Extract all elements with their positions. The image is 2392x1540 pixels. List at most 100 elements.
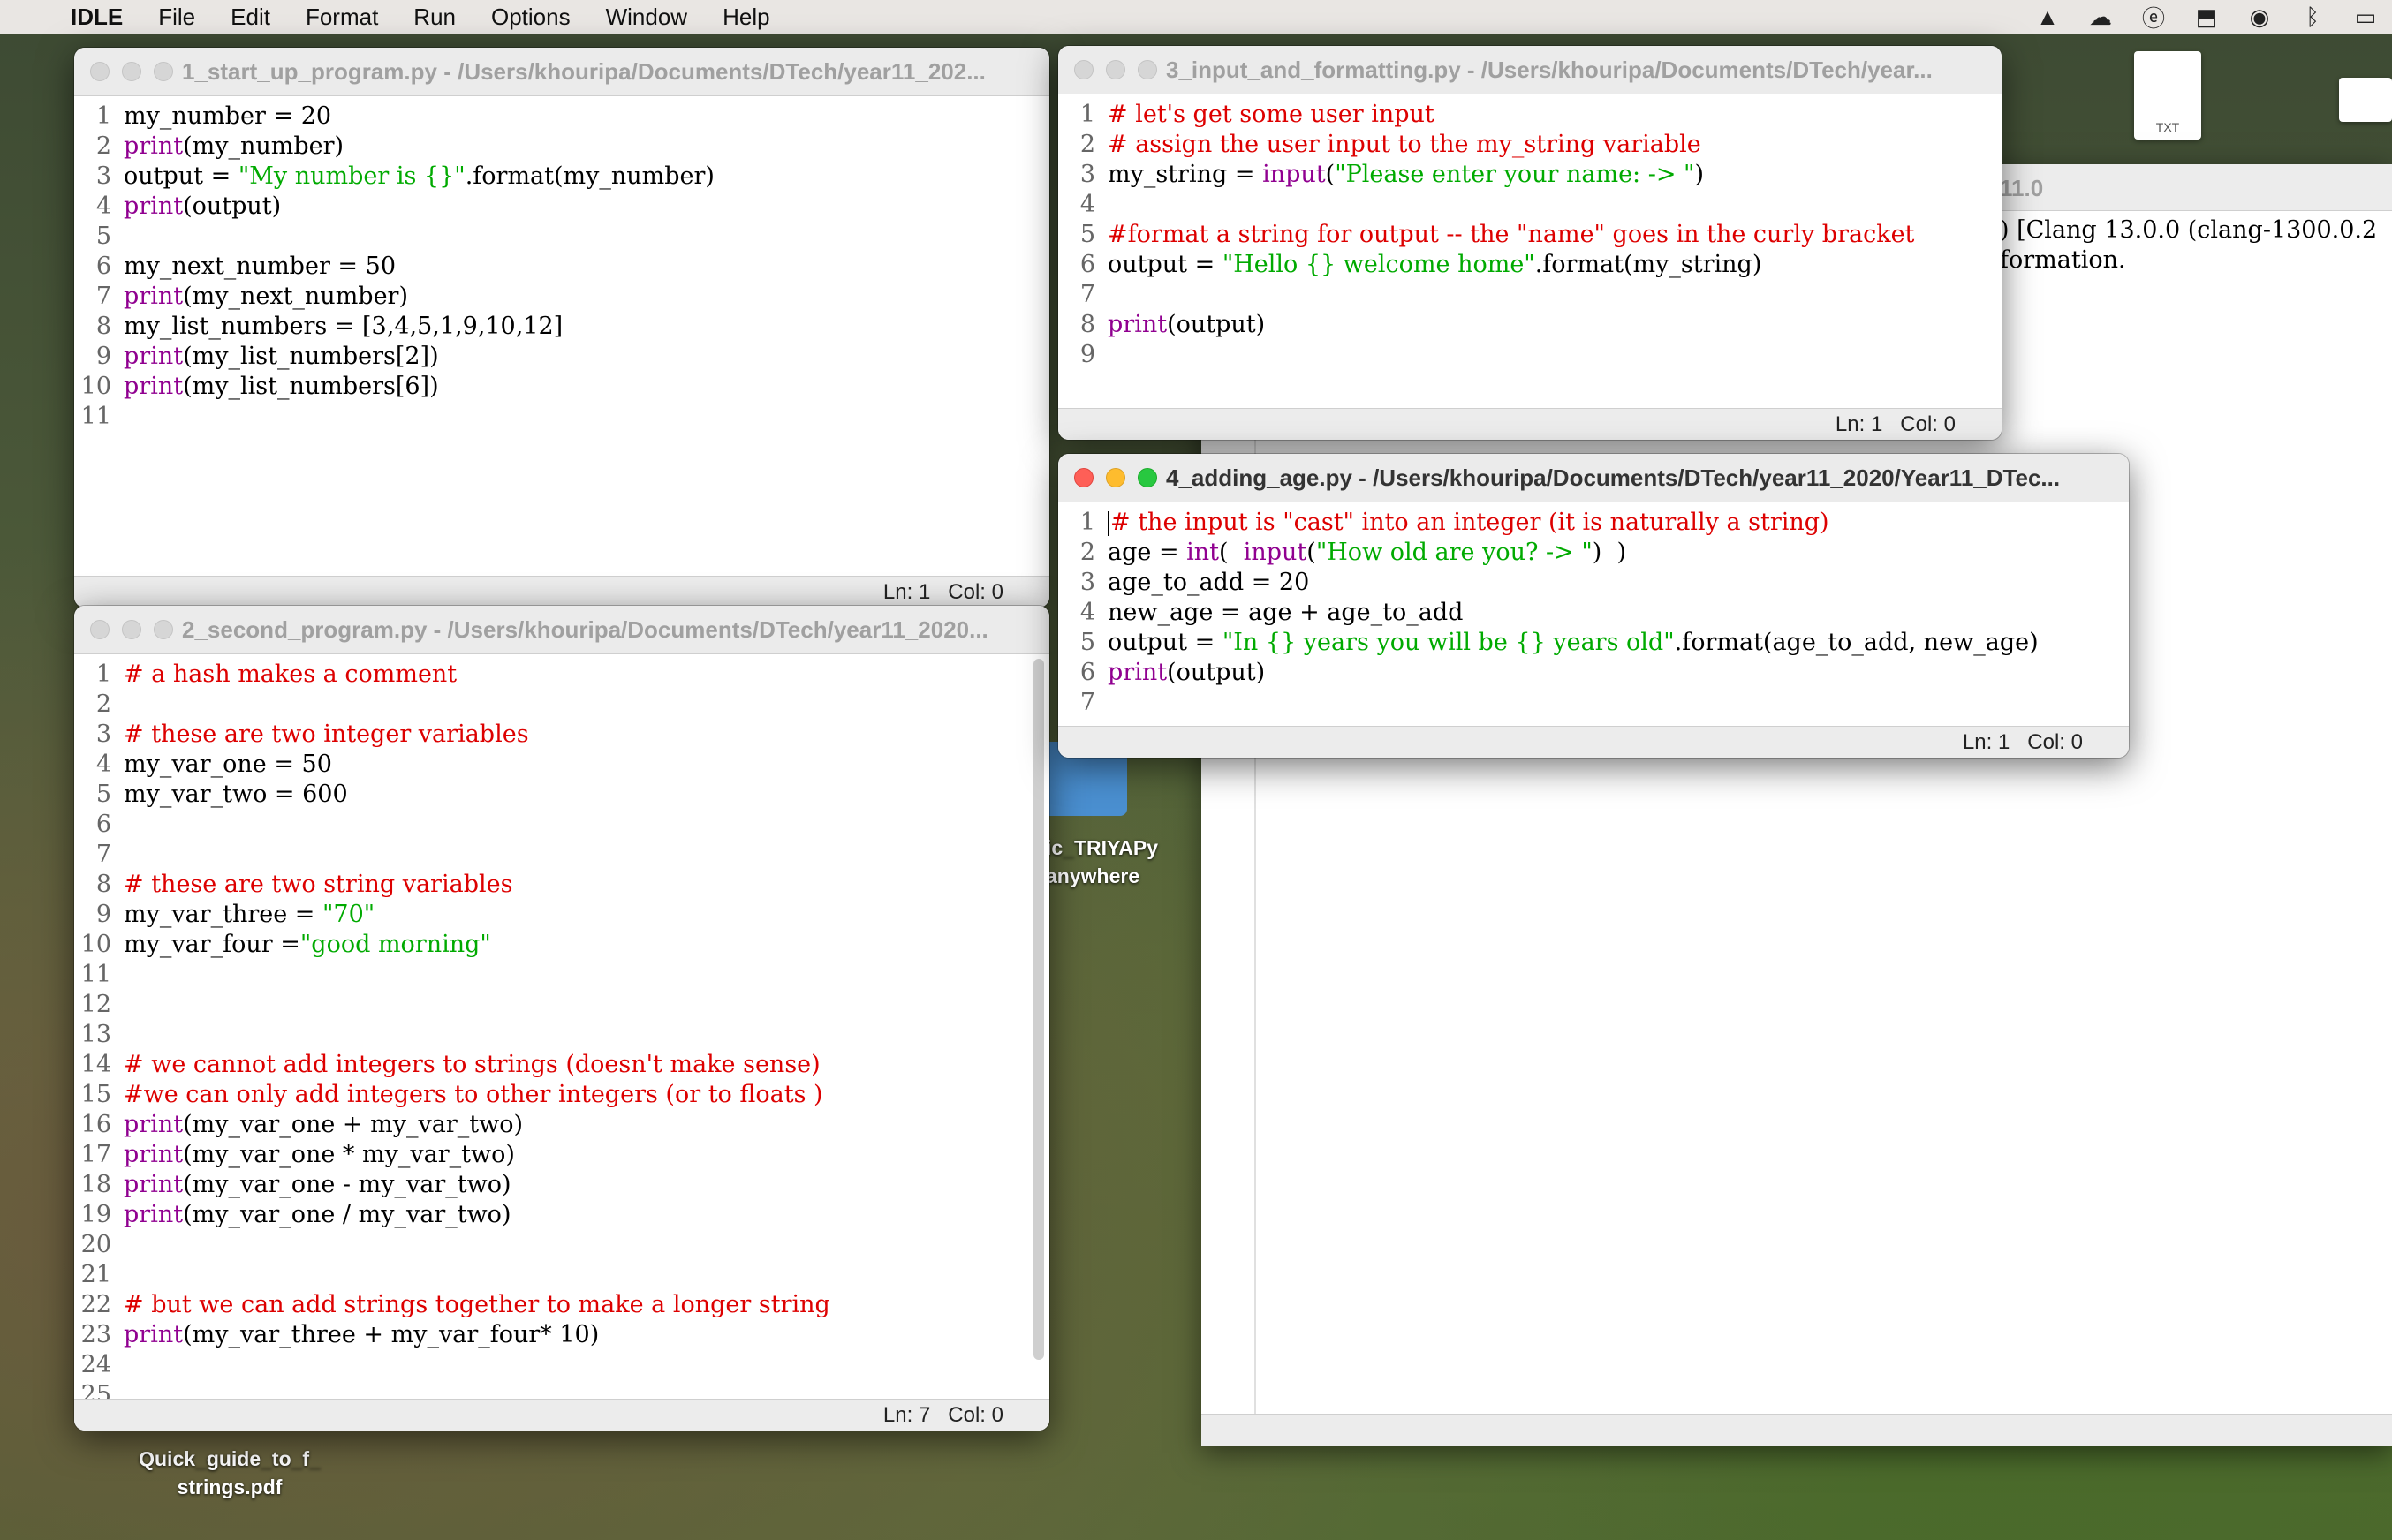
- code-line[interactable]: 19 print(my_var_one / my_var_two): [74, 1200, 1049, 1230]
- code-text[interactable]: print(my_next_number): [124, 282, 408, 312]
- code-line[interactable]: 7 print(my_next_number): [74, 282, 1049, 312]
- code-line[interactable]: 11: [74, 960, 1049, 990]
- menu-format[interactable]: Format: [288, 4, 396, 31]
- code-line[interactable]: 14 # we cannot add integers to strings (d…: [74, 1050, 1049, 1080]
- code-text[interactable]: #format a string for output -- the "name…: [1108, 220, 1914, 250]
- screen-icon[interactable]: ⬒: [2180, 4, 2233, 31]
- minimize-button[interactable]: [1106, 60, 1125, 79]
- code-line[interactable]: 7: [1058, 688, 2129, 718]
- code-line[interactable]: 2 age = int( input("How old are you? -> "…: [1058, 538, 2129, 568]
- code-editor[interactable]: 1 # a hash makes a comment 2 3 # these are t…: [74, 654, 1049, 1399]
- code-text[interactable]: my_var_four ="good morning": [124, 930, 491, 960]
- code-line[interactable]: 25: [74, 1380, 1049, 1399]
- code-line[interactable]: 6 my_next_number = 50: [74, 252, 1049, 282]
- code-line[interactable]: 5: [74, 222, 1049, 252]
- code-line[interactable]: 4 new_age = age + age_to_add: [1058, 598, 2129, 628]
- menu-help[interactable]: Help: [705, 4, 787, 31]
- code-line[interactable]: 13: [74, 1020, 1049, 1050]
- code-line[interactable]: 6 print(output): [1058, 658, 2129, 688]
- menu-app-name[interactable]: IDLE: [53, 4, 140, 31]
- txt-file-icon[interactable]: TXT: [2134, 51, 2201, 140]
- code-editor[interactable]: 1 # let's get some user input 2 # assign th…: [1058, 94, 2002, 408]
- code-text[interactable]: print(my_var_one / my_var_two): [124, 1200, 511, 1230]
- code-text[interactable]: new_age = age + age_to_add: [1108, 598, 1463, 628]
- code-text[interactable]: print(output): [1108, 658, 1265, 688]
- zoom-button[interactable]: [1138, 60, 1157, 79]
- code-text[interactable]: age = int( input("How old are you? -> ")…: [1108, 538, 1626, 568]
- menu-run[interactable]: Run: [396, 4, 473, 31]
- code-line[interactable]: 5 output = "In {} years you will be {} ye…: [1058, 628, 2129, 658]
- close-button[interactable]: [90, 62, 110, 81]
- code-line[interactable]: 7: [1058, 280, 2002, 310]
- code-line[interactable]: 5 #format a string for output -- the "nam…: [1058, 220, 2002, 250]
- code-text[interactable]: my_string = input("Please enter your nam…: [1108, 160, 1704, 190]
- code-line[interactable]: 1 # the input is "cast" into an integer (…: [1058, 508, 2129, 538]
- code-text[interactable]: print(my_var_one * my_var_two): [124, 1140, 515, 1170]
- code-line[interactable]: 9: [1058, 340, 2002, 370]
- zoom-button[interactable]: [154, 620, 173, 639]
- editor-window-adding-age[interactable]: 4_adding_age.py - /Users/khouripa/Docume…: [1058, 454, 2129, 758]
- code-line[interactable]: 11: [74, 402, 1049, 432]
- code-text[interactable]: # a hash makes a comment: [124, 660, 457, 690]
- code-text[interactable]: print(my_var_one + my_var_two): [124, 1110, 523, 1140]
- document-thumbnail-icon[interactable]: [2339, 78, 2392, 122]
- code-line[interactable]: 2 print(my_number): [74, 132, 1049, 162]
- code-line[interactable]: 24: [74, 1350, 1049, 1380]
- zoom-button[interactable]: [154, 62, 173, 81]
- airdrop-icon[interactable]: ◉: [2233, 4, 2286, 31]
- menu-file[interactable]: File: [140, 4, 213, 31]
- editor-window-second-program[interactable]: 2_second_program.py - /Users/khouripa/Do…: [74, 606, 1049, 1431]
- creative-cloud-icon[interactable]: ☁: [2074, 4, 2127, 31]
- code-text[interactable]: print(output): [1108, 310, 1265, 340]
- code-line[interactable]: 9 print(my_list_numbers[2]): [74, 342, 1049, 372]
- code-line[interactable]: 7: [74, 840, 1049, 870]
- code-text[interactable]: print(my_var_one - my_var_two): [124, 1170, 511, 1200]
- code-text[interactable]: my_var_one = 50: [124, 750, 332, 780]
- code-text[interactable]: output = "Hello {} welcome home".format(…: [1108, 250, 1761, 280]
- code-line[interactable]: 21: [74, 1260, 1049, 1290]
- code-line[interactable]: 10 my_var_four ="good morning": [74, 930, 1049, 960]
- code-line[interactable]: 2 # assign the user input to the my_strin…: [1058, 130, 2002, 160]
- battery-icon[interactable]: ▭: [2339, 4, 2392, 31]
- code-text[interactable]: # these are two integer variables: [124, 720, 529, 750]
- code-line[interactable]: 3 output = "My number is {}".format(my_nu…: [74, 162, 1049, 192]
- code-text[interactable]: age_to_add = 20: [1108, 568, 1309, 598]
- code-line[interactable]: 5 my_var_two = 600: [74, 780, 1049, 810]
- code-text[interactable]: output = "In {} years you will be {} yea…: [1108, 628, 2039, 658]
- code-line[interactable]: 6: [74, 810, 1049, 840]
- editor-window-input-and-formatting[interactable]: 3_input_and_formatting.py - /Users/khour…: [1058, 46, 2002, 440]
- code-line[interactable]: 4: [1058, 190, 2002, 220]
- code-line[interactable]: 20: [74, 1230, 1049, 1260]
- window-titlebar[interactable]: 4_adding_age.py - /Users/khouripa/Docume…: [1058, 454, 2129, 502]
- edge-icon[interactable]: ⓔ: [2127, 1, 2180, 34]
- menu-edit[interactable]: Edit: [213, 4, 288, 31]
- code-line[interactable]: 6 output = "Hello {} welcome home".format…: [1058, 250, 2002, 280]
- code-line[interactable]: 3 # these are two integer variables: [74, 720, 1049, 750]
- window-titlebar[interactable]: 2_second_program.py - /Users/khouripa/Do…: [74, 606, 1049, 654]
- desktop-item-label[interactable]: ic_TRIYAPy anywhere: [1046, 834, 1158, 890]
- code-text[interactable]: # we cannot add integers to strings (doe…: [124, 1050, 821, 1080]
- code-line[interactable]: 18 print(my_var_one - my_var_two): [74, 1170, 1049, 1200]
- code-text[interactable]: print(my_var_three + my_var_four* 10): [124, 1320, 599, 1350]
- desktop-pdf-label[interactable]: Quick_guide_to_f_ strings.pdf: [115, 1445, 344, 1501]
- code-editor[interactable]: 1 # the input is "cast" into an integer (…: [1058, 502, 2129, 726]
- code-text[interactable]: # assign the user input to the my_string…: [1108, 130, 1701, 160]
- code-line[interactable]: 23 print(my_var_three + my_var_four* 10): [74, 1320, 1049, 1350]
- code-line[interactable]: 8 my_list_numbers = [3,4,5,1,9,10,12]: [74, 312, 1049, 342]
- code-line[interactable]: 16 print(my_var_one + my_var_two): [74, 1110, 1049, 1140]
- close-button[interactable]: [90, 620, 110, 639]
- code-text[interactable]: my_var_two = 600: [124, 780, 348, 810]
- code-text[interactable]: my_number = 20: [124, 102, 331, 132]
- menu-window[interactable]: Window: [588, 4, 705, 31]
- code-line[interactable]: 17 print(my_var_one * my_var_two): [74, 1140, 1049, 1170]
- code-text[interactable]: my_next_number = 50: [124, 252, 396, 282]
- bluetooth-icon[interactable]: ᛒ: [2286, 4, 2339, 31]
- code-line[interactable]: 3 my_string = input("Please enter your na…: [1058, 160, 2002, 190]
- code-text[interactable]: print(my_list_numbers[6]): [124, 372, 439, 402]
- close-button[interactable]: [1074, 60, 1094, 79]
- code-line[interactable]: 4 print(output): [74, 192, 1049, 222]
- zoom-button[interactable]: [1138, 468, 1157, 487]
- code-line[interactable]: 9 my_var_three = "70": [74, 900, 1049, 930]
- code-text[interactable]: my_var_three = "70": [124, 900, 375, 930]
- code-line[interactable]: 1 # a hash makes a comment: [74, 660, 1049, 690]
